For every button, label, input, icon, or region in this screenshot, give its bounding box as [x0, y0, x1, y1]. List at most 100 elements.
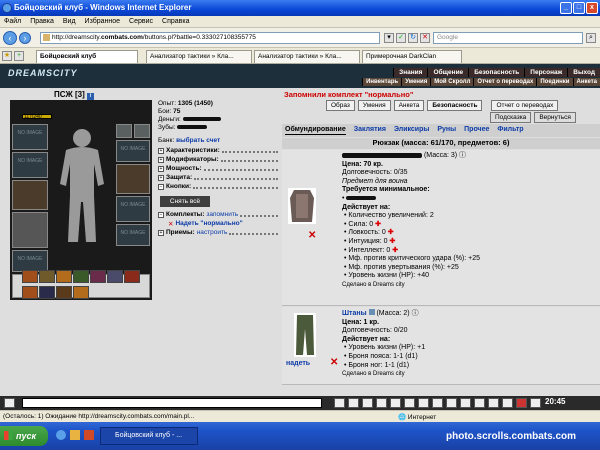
toolbar-icon[interactable] [502, 398, 513, 408]
tab-darkclan[interactable]: Примерочная DarkClan [362, 50, 462, 63]
quicklaunch-folder-icon[interactable] [70, 430, 80, 440]
dropdown-icon[interactable]: ▾ [384, 33, 394, 43]
menu-file[interactable]: Файл [4, 18, 21, 25]
delete-set-icon[interactable]: ✕ [168, 220, 173, 228]
transfers-button[interactable]: Отчет о переводах [491, 100, 559, 111]
security-button[interactable]: Безопасность [427, 100, 483, 111]
toolbar-icon[interactable] [362, 398, 373, 408]
toolbar-icon[interactable] [404, 398, 415, 408]
toolbar-icon[interactable] [488, 398, 499, 408]
tab-equipment[interactable]: Обмундирование [285, 126, 346, 135]
slot-amulet[interactable]: NO IMAGE [12, 152, 48, 178]
return-button[interactable]: Вернуться [534, 112, 576, 123]
tab-runes[interactable]: Руны [437, 126, 456, 135]
subnav-profile[interactable]: Анкета [572, 78, 600, 86]
remember-set-link[interactable]: запомнить [206, 211, 238, 218]
chat-icon[interactable] [4, 398, 15, 408]
slot-ring[interactable]: NO IMAGE [116, 196, 150, 222]
slot-helmet[interactable]: NO IMAGE [12, 124, 48, 150]
nav-security[interactable]: Безопасность [468, 68, 525, 77]
toolbar-icon[interactable] [390, 398, 401, 408]
item-armor-image[interactable] [288, 188, 316, 224]
potion-slot[interactable] [22, 270, 38, 283]
stat-row-modifiers[interactable]: + Модификаторы: [158, 155, 278, 164]
slot-boots[interactable]: NO IMAGE [116, 224, 150, 246]
taskbar-app-button[interactable]: Бойцовский клуб - ... [100, 427, 198, 445]
collapse-icon[interactable]: − [158, 211, 164, 218]
profile-button[interactable]: Анкета [393, 100, 425, 111]
quicklaunch-media-icon[interactable] [84, 430, 94, 440]
slot-earring-2[interactable] [134, 124, 150, 138]
maximize-button[interactable]: □ [573, 2, 585, 14]
expand-icon[interactable]: + [158, 174, 164, 181]
menu-view[interactable]: Вид [63, 18, 76, 25]
toolbar-icon[interactable] [516, 398, 527, 408]
tab-tactics-1[interactable]: Анализатор тактики » Кла... [146, 50, 252, 63]
nav-knowledge[interactable]: Знания [393, 68, 428, 77]
subnav-scroll[interactable]: Мой Скролл [430, 78, 474, 86]
toolbar-icon[interactable] [530, 398, 541, 408]
add-stat-icon[interactable]: ✚ [392, 247, 398, 254]
stat-row-defense[interactable]: + Защита: [158, 173, 278, 182]
tab-combats[interactable]: Бойцовский клуб [36, 50, 138, 63]
toolbar-icon[interactable] [474, 398, 485, 408]
potion-slot[interactable] [90, 270, 106, 283]
potion-slot[interactable] [39, 270, 55, 283]
skills-button[interactable]: Умения [357, 100, 391, 111]
menu-tools[interactable]: Сервис [129, 18, 153, 25]
quicklaunch-ie-icon[interactable] [56, 430, 66, 440]
slot-armor[interactable] [12, 212, 48, 248]
add-favorite-icon[interactable]: + [14, 51, 24, 61]
potion-slot[interactable] [22, 286, 38, 299]
toolbar-icon[interactable] [432, 398, 443, 408]
stop-icon[interactable]: ✕ [420, 33, 430, 43]
toolbar-icon[interactable] [334, 398, 345, 408]
compat-icon[interactable]: ✓ [396, 33, 406, 43]
tab-filter[interactable]: Фильтр [497, 126, 523, 135]
favorites-star-icon[interactable]: ★ [2, 51, 12, 61]
chat-input[interactable] [22, 398, 322, 408]
slot-weapon[interactable] [12, 180, 48, 210]
wear-item-link[interactable]: надеть [286, 360, 310, 367]
wear-set-link[interactable]: Надеть "нормально" [175, 220, 242, 227]
subnav-inventory[interactable]: Инвентарь [362, 78, 402, 86]
nav-exit[interactable]: Выход [567, 68, 600, 77]
toolbar-icon[interactable] [376, 398, 387, 408]
potion-slot[interactable] [39, 286, 55, 299]
add-stat-icon[interactable]: ✚ [375, 221, 381, 228]
potion-slot[interactable] [73, 270, 89, 283]
toolbar-icon[interactable] [446, 398, 457, 408]
add-stat-icon[interactable]: ✚ [388, 229, 394, 236]
slot-gloves[interactable]: NO IMAGE [116, 140, 150, 162]
info-icon[interactable]: i [87, 93, 95, 100]
potion-slot[interactable] [73, 286, 89, 299]
nav-character[interactable]: Персонаж [524, 68, 568, 77]
potion-slot[interactable] [107, 270, 123, 283]
toolbar-icon[interactable] [348, 398, 359, 408]
refresh-icon[interactable]: ↻ [408, 33, 418, 43]
close-button[interactable]: x [586, 2, 598, 14]
toolbar-icon[interactable] [418, 398, 429, 408]
slot-shield[interactable] [116, 164, 150, 194]
stat-row-characteristics[interactable]: + Характеристики: [158, 146, 278, 155]
tab-other[interactable]: Прочее [464, 126, 489, 135]
potion-slot[interactable] [124, 270, 140, 283]
search-input[interactable]: Google [433, 32, 583, 44]
collapse-icon[interactable]: − [158, 183, 164, 190]
stat-row-power[interactable]: + Мощность: [158, 164, 278, 173]
slot-earring-1[interactable] [116, 124, 132, 138]
minimize-button[interactable]: _ [560, 2, 572, 14]
slot-belt[interactable]: NO IMAGE [12, 250, 48, 272]
expand-icon[interactable]: + [158, 229, 164, 236]
subnav-skills[interactable]: Умения [401, 78, 431, 86]
stat-row-buttons[interactable]: − Кнопки: [158, 182, 278, 191]
item-name[interactable]: Штаны [342, 310, 367, 317]
expand-icon[interactable]: + [158, 165, 164, 172]
subnav-battles[interactable]: Поединки [536, 78, 573, 86]
menu-edit[interactable]: Правка [30, 18, 54, 25]
tab-tactics-2[interactable]: Анализатор тактики » Кла... [254, 50, 360, 63]
url-input[interactable]: http://dreamscity.combats.com/buttons.pl… [40, 32, 380, 44]
tab-spells[interactable]: Заклятия [354, 126, 386, 135]
start-button[interactable]: пуск [0, 426, 48, 446]
add-stat-icon[interactable]: ✚ [389, 238, 395, 245]
